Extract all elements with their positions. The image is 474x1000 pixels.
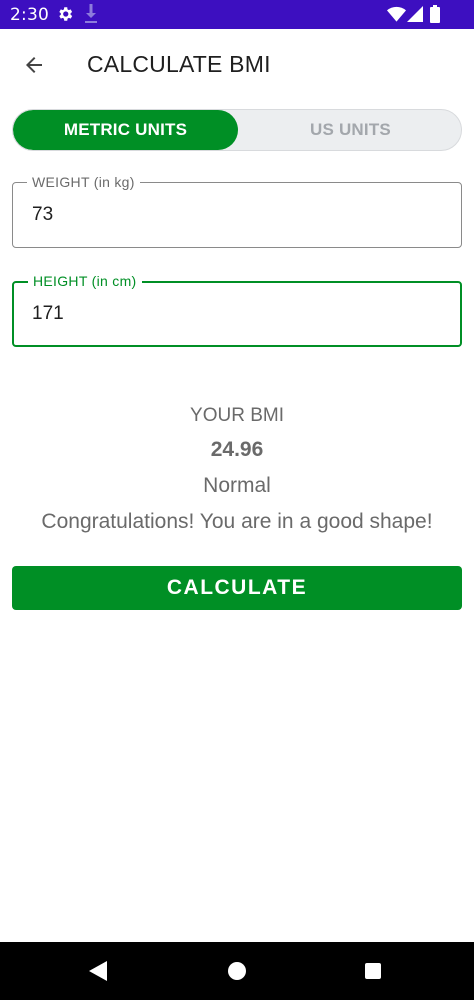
wifi-icon bbox=[387, 6, 406, 22]
bmi-category: Normal bbox=[203, 474, 271, 497]
back-triangle-icon[interactable] bbox=[89, 961, 107, 981]
navigation-bar bbox=[0, 942, 474, 1000]
gear-icon bbox=[59, 7, 73, 21]
arrow-left-icon bbox=[26, 57, 42, 73]
home-circle-icon[interactable] bbox=[228, 962, 246, 980]
height-input[interactable]: HEIGHT (in cm) 171 bbox=[12, 273, 462, 347]
metric-units-tab[interactable]: METRIC UNITS bbox=[13, 110, 238, 150]
download-icon bbox=[85, 4, 97, 23]
bmi-label: YOUR BMI bbox=[190, 405, 284, 426]
us-units-tab[interactable]: US UNITS bbox=[238, 110, 461, 150]
weight-label: WEIGHT (in kg) bbox=[27, 174, 140, 190]
height-label: HEIGHT (in cm) bbox=[28, 273, 142, 289]
height-value: 171 bbox=[32, 303, 64, 324]
bmi-message: Congratulations! You are in a good shape… bbox=[41, 510, 433, 533]
app-bar: CALCULATE BMI bbox=[0, 29, 474, 99]
page-title: CALCULATE BMI bbox=[87, 51, 271, 77]
bmi-value: 24.96 bbox=[210, 438, 264, 461]
status-time: 2:30 bbox=[10, 5, 49, 25]
weight-value: 73 bbox=[32, 204, 54, 225]
calculate-button[interactable]: CALCULATE bbox=[12, 566, 462, 610]
back-button[interactable] bbox=[14, 45, 54, 85]
status-bar: 2:30 bbox=[0, 0, 474, 29]
signal-icon bbox=[407, 6, 423, 22]
battery-icon bbox=[430, 5, 440, 23]
unit-toggle: METRIC UNITS US UNITS bbox=[12, 109, 462, 151]
weight-input[interactable]: WEIGHT (in kg) 73 bbox=[12, 174, 462, 248]
recents-square-icon[interactable] bbox=[365, 963, 381, 979]
